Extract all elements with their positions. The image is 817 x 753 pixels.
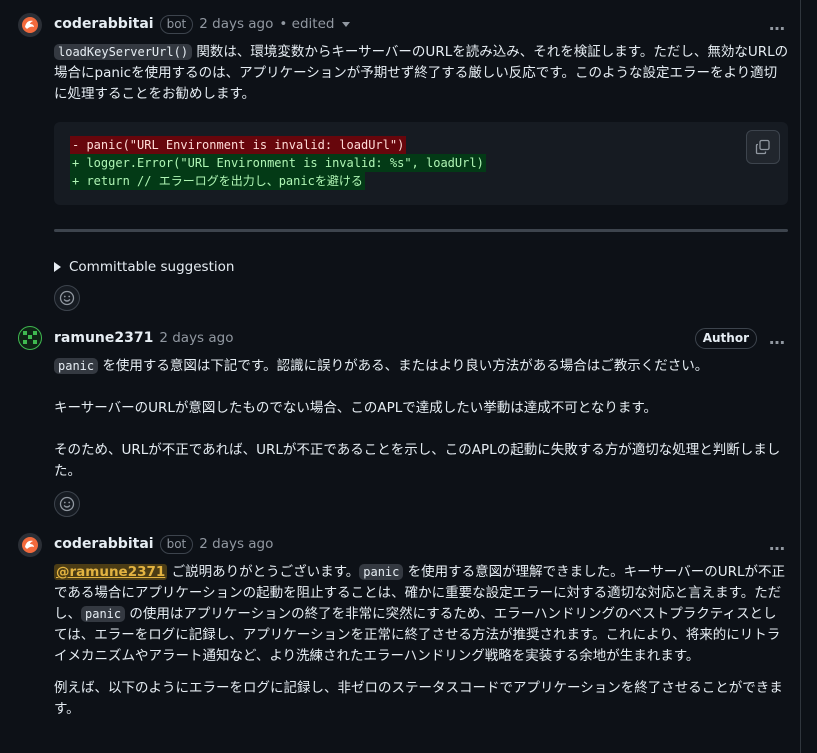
bot-badge: bot — [159, 14, 194, 34]
inline-code: loadKeyServerUrl() — [54, 44, 193, 60]
timestamp[interactable]: 2 days ago — [199, 536, 273, 552]
add-reaction-button[interactable] — [54, 491, 80, 517]
timestamp[interactable]: 2 days ago — [159, 330, 233, 346]
chevron-down-icon — [342, 21, 351, 27]
summary-label: Committable suggestion — [69, 259, 235, 275]
suggestion-code-block: - panic("URL Environment is invalid: loa… — [54, 122, 788, 205]
paragraph: 例えば、以下のようにエラーをログに記録し、非ゼロのステータスコードでアプリケーシ… — [54, 680, 783, 717]
avatar[interactable] — [18, 13, 42, 37]
timestamp[interactable]: 2 days ago — [199, 16, 273, 32]
edited-label: • edited — [279, 16, 335, 32]
inline-code: panic — [359, 564, 404, 580]
divider — [54, 229, 788, 232]
edited-dropdown[interactable]: • edited — [279, 16, 351, 32]
body-text: の使用はアプリケーションの終了を非常に突然にするため、エラーハンドリングのベスト… — [54, 606, 781, 664]
body-text: を使用する意図は下記です。認識に誤りがある、またはより良い方法がある場合はご教示… — [98, 358, 709, 374]
copy-button[interactable] — [746, 130, 780, 164]
paragraph: @ramune2371 ご説明ありがとうございます。 panic を使用する意図が… — [54, 562, 789, 667]
smiley-icon — [59, 496, 75, 512]
rabbit-logo-icon — [22, 537, 38, 553]
author-name[interactable]: ramune2371 — [54, 330, 153, 346]
comment-body: loadKeyServerUrl() 関数は、環境変数からキーサーバーのURLを… — [54, 42, 789, 105]
author-name[interactable]: coderabbitai — [54, 16, 154, 32]
add-reaction-button[interactable] — [54, 285, 80, 311]
body-text: ご説明ありがとうございます。 — [167, 564, 360, 580]
paragraph: キーサーバーのURLが意図したものでない場合、このAPLで達成したい挙動は達成不… — [54, 400, 658, 416]
code-line-deleted: - panic("URL Environment is invalid: loa… — [70, 136, 407, 154]
kebab-menu-icon[interactable]: … — [769, 535, 786, 554]
copy-icon — [755, 139, 770, 155]
author-badge: Author — [694, 327, 757, 349]
smiley-icon — [59, 290, 75, 306]
disclosure-triangle-icon — [54, 262, 61, 272]
identicon-icon — [23, 331, 37, 344]
avatar[interactable] — [18, 533, 42, 557]
inline-code: panic — [81, 606, 126, 622]
bot-badge: bot — [159, 534, 194, 554]
comment-body: panic を使用する意図は下記です。認識に誤りがある、またはより良い方法がある… — [54, 356, 789, 503]
kebab-menu-icon[interactable]: … — [769, 15, 786, 34]
user-mention-link[interactable]: @ramune2371 — [54, 564, 168, 580]
rabbit-logo-icon — [22, 17, 38, 33]
comment-header: coderabbitai bot 2 days ago • edited … — [54, 13, 786, 35]
code-line-added: + logger.Error("URL Environment is inval… — [70, 154, 486, 172]
kebab-menu-icon[interactable]: … — [769, 329, 786, 348]
paragraph: そのため、URLが不正であれば、URLが不正であることを示し、このAPLの起動に… — [54, 442, 781, 479]
inline-code: panic — [54, 358, 99, 374]
author-name[interactable]: coderabbitai — [54, 536, 154, 552]
comment-header: ramune2371 2 days ago Author … — [54, 327, 786, 349]
comment-body: @ramune2371 ご説明ありがとうございます。 panic を使用する意図が… — [54, 562, 789, 741]
comment-header: coderabbitai bot 2 days ago … — [54, 533, 786, 555]
timeline-border — [800, 0, 801, 753]
paragraph: panic を使用する意図は下記です。認識に誤りがある、またはより良い方法がある… — [54, 356, 789, 377]
committable-suggestion-toggle[interactable]: Committable suggestion — [54, 259, 234, 275]
avatar[interactable] — [18, 326, 42, 350]
code-line-added: + return // エラーログを出力し、panicを避ける — [70, 172, 365, 190]
